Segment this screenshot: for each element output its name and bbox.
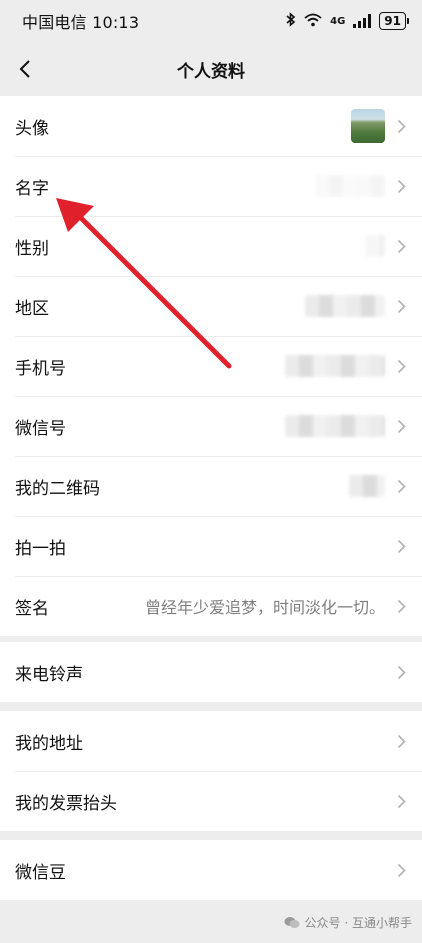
chevron-right-icon (397, 179, 406, 193)
chevron-right-icon (397, 359, 406, 373)
carrier-time: 中国电信 10:13 (22, 13, 140, 32)
chevron-right-icon (397, 599, 406, 613)
blurred-value (349, 475, 385, 497)
signature-value: 曾经年少爱追梦，时间淡化一切。 (144, 598, 385, 617)
chevron-right-icon (397, 863, 406, 877)
battery-icon: 91 (379, 12, 409, 30)
blurred-value (365, 235, 385, 257)
row-gender[interactable]: 性别 (0, 216, 422, 276)
row-label: 拍一拍 (15, 538, 66, 559)
row-region[interactable]: 地区 (0, 276, 422, 336)
blurred-value (305, 295, 385, 317)
bluetooth-icon (286, 11, 296, 31)
beans-group: 微信豆 (0, 840, 422, 900)
row-label: 名字 (15, 178, 49, 199)
avatar (351, 109, 385, 143)
chevron-right-icon (397, 119, 406, 133)
row-phone[interactable]: 手机号 (0, 336, 422, 396)
chevron-left-icon[interactable] (10, 54, 40, 84)
row-label: 来电铃声 (15, 664, 83, 685)
row-name[interactable]: 名字 (0, 156, 422, 216)
nav-bar: 个人资料 (0, 42, 422, 96)
row-label: 微信号 (15, 418, 66, 439)
profile-group: 头像 名字 性别 地区 手机号 微信号 我的二维码 拍一拍 签名 曾经年少爱追梦… (0, 96, 422, 636)
row-signature[interactable]: 签名 曾经年少爱追梦，时间淡化一切。 (0, 576, 422, 636)
row-pat[interactable]: 拍一拍 (0, 516, 422, 576)
ringtone-group: 来电铃声 (0, 642, 422, 702)
chevron-right-icon (397, 419, 406, 433)
status-bar: 中国电信 10:13 4G 91 (0, 0, 422, 42)
row-beans[interactable]: 微信豆 (0, 840, 422, 900)
wifi-icon (304, 12, 322, 31)
chevron-right-icon (397, 665, 406, 679)
battery-level: 91 (384, 14, 401, 28)
watermark: 公众号 · 互通小帮手 (284, 914, 412, 931)
row-label: 性别 (15, 238, 49, 259)
address-group: 我的地址 我的发票抬头 (0, 711, 422, 831)
chevron-right-icon (397, 539, 406, 553)
network-type: 4G (330, 15, 346, 27)
chevron-right-icon (397, 479, 406, 493)
row-label: 头像 (15, 118, 49, 139)
page-title: 个人资料 (177, 61, 245, 82)
chevron-right-icon (397, 734, 406, 748)
row-wechat-id[interactable]: 微信号 (0, 396, 422, 456)
row-label: 地区 (15, 298, 49, 319)
row-address[interactable]: 我的地址 (0, 711, 422, 771)
blurred-value (285, 355, 385, 377)
chevron-right-icon (397, 794, 406, 808)
row-ringtone[interactable]: 来电铃声 (0, 642, 422, 702)
row-avatar[interactable]: 头像 (0, 96, 422, 156)
watermark-text: 公众号 · 互通小帮手 (304, 916, 412, 930)
row-qrcode[interactable]: 我的二维码 (0, 456, 422, 516)
row-label: 手机号 (15, 358, 66, 379)
row-label: 签名 (15, 598, 49, 619)
row-label: 我的二维码 (15, 478, 100, 499)
row-label: 我的发票抬头 (15, 793, 117, 814)
chevron-right-icon (397, 299, 406, 313)
status-icons: 4G 91 (286, 11, 409, 31)
blurred-value (285, 415, 385, 437)
chevron-right-icon (397, 239, 406, 253)
row-invoice[interactable]: 我的发票抬头 (0, 771, 422, 831)
blurred-value (315, 175, 385, 197)
wechat-icon (284, 917, 300, 928)
signal-icon (353, 14, 372, 28)
row-label: 微信豆 (15, 862, 66, 883)
row-label: 我的地址 (15, 733, 83, 754)
